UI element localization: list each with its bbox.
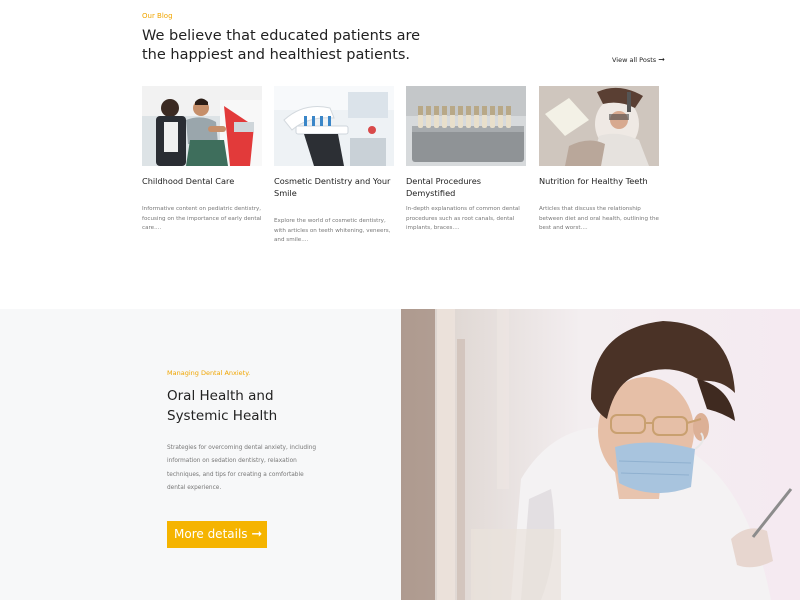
- dental-equipment-photo: [274, 86, 394, 166]
- feature-content: Managing Dental Anxiety. Oral Health and…: [0, 309, 401, 600]
- dentist-photo: [401, 309, 800, 600]
- feature-description: Strategies for overcoming dental anxiety…: [167, 445, 317, 491]
- blog-card-title[interactable]: Cosmetic Dentistry and Your Smile: [274, 175, 394, 201]
- more-details-button[interactable]: More details ➞: [167, 521, 267, 548]
- arrow-right-icon: ➞: [658, 55, 665, 64]
- blog-card-excerpt: Articles that discuss the relationship b…: [539, 206, 659, 231]
- blog-card-image[interactable]: [406, 86, 526, 166]
- teeth-shade-guide-photo: [406, 86, 526, 166]
- dental-chair-photo: [142, 86, 262, 166]
- arrow-right-icon: ➞: [251, 527, 263, 542]
- view-all-posts-label: View all Posts: [612, 56, 657, 64]
- blog-card-excerpt: Explore the world of cosmetic dentistry,…: [274, 218, 391, 243]
- blog-card-image[interactable]: [274, 86, 394, 166]
- view-all-posts-link[interactable]: View all Posts ➞: [612, 55, 665, 64]
- blog-heading: We believe that educated patients are th…: [142, 28, 421, 63]
- dental-exam-photo: [539, 86, 659, 166]
- feature-title: Oral Health and Systemic Health: [167, 388, 278, 424]
- blog-card-dental-procedures[interactable]: Dental Procedures Demystified In-depth e…: [406, 86, 526, 234]
- blog-card-image[interactable]: [142, 86, 262, 166]
- blog-section: Our Blog We believe that educated patien…: [0, 0, 800, 309]
- blog-card-excerpt: Informative content on pediatric dentist…: [142, 206, 262, 231]
- blog-card-childhood-dental-care[interactable]: Childhood Dental Care Informative conten…: [142, 86, 262, 234]
- blog-card-title[interactable]: Dental Procedures Demystified: [406, 175, 526, 201]
- blog-eyebrow: Our Blog: [142, 12, 173, 20]
- feature-image: [401, 309, 800, 600]
- blog-card-title[interactable]: Nutrition for Healthy Teeth: [539, 175, 659, 201]
- blog-card-image[interactable]: [539, 86, 659, 166]
- blog-card-cosmetic-dentistry[interactable]: Cosmetic Dentistry and Your Smile Explor…: [274, 86, 394, 246]
- blog-card-excerpt: In-depth explanations of common dental p…: [406, 206, 520, 231]
- blog-card-title[interactable]: Childhood Dental Care: [142, 175, 262, 201]
- more-details-label: More details: [174, 527, 248, 541]
- feature-section: Managing Dental Anxiety. Oral Health and…: [0, 309, 800, 600]
- blog-card-nutrition[interactable]: Nutrition for Healthy Teeth Articles tha…: [539, 86, 659, 234]
- feature-eyebrow: Managing Dental Anxiety.: [167, 369, 251, 377]
